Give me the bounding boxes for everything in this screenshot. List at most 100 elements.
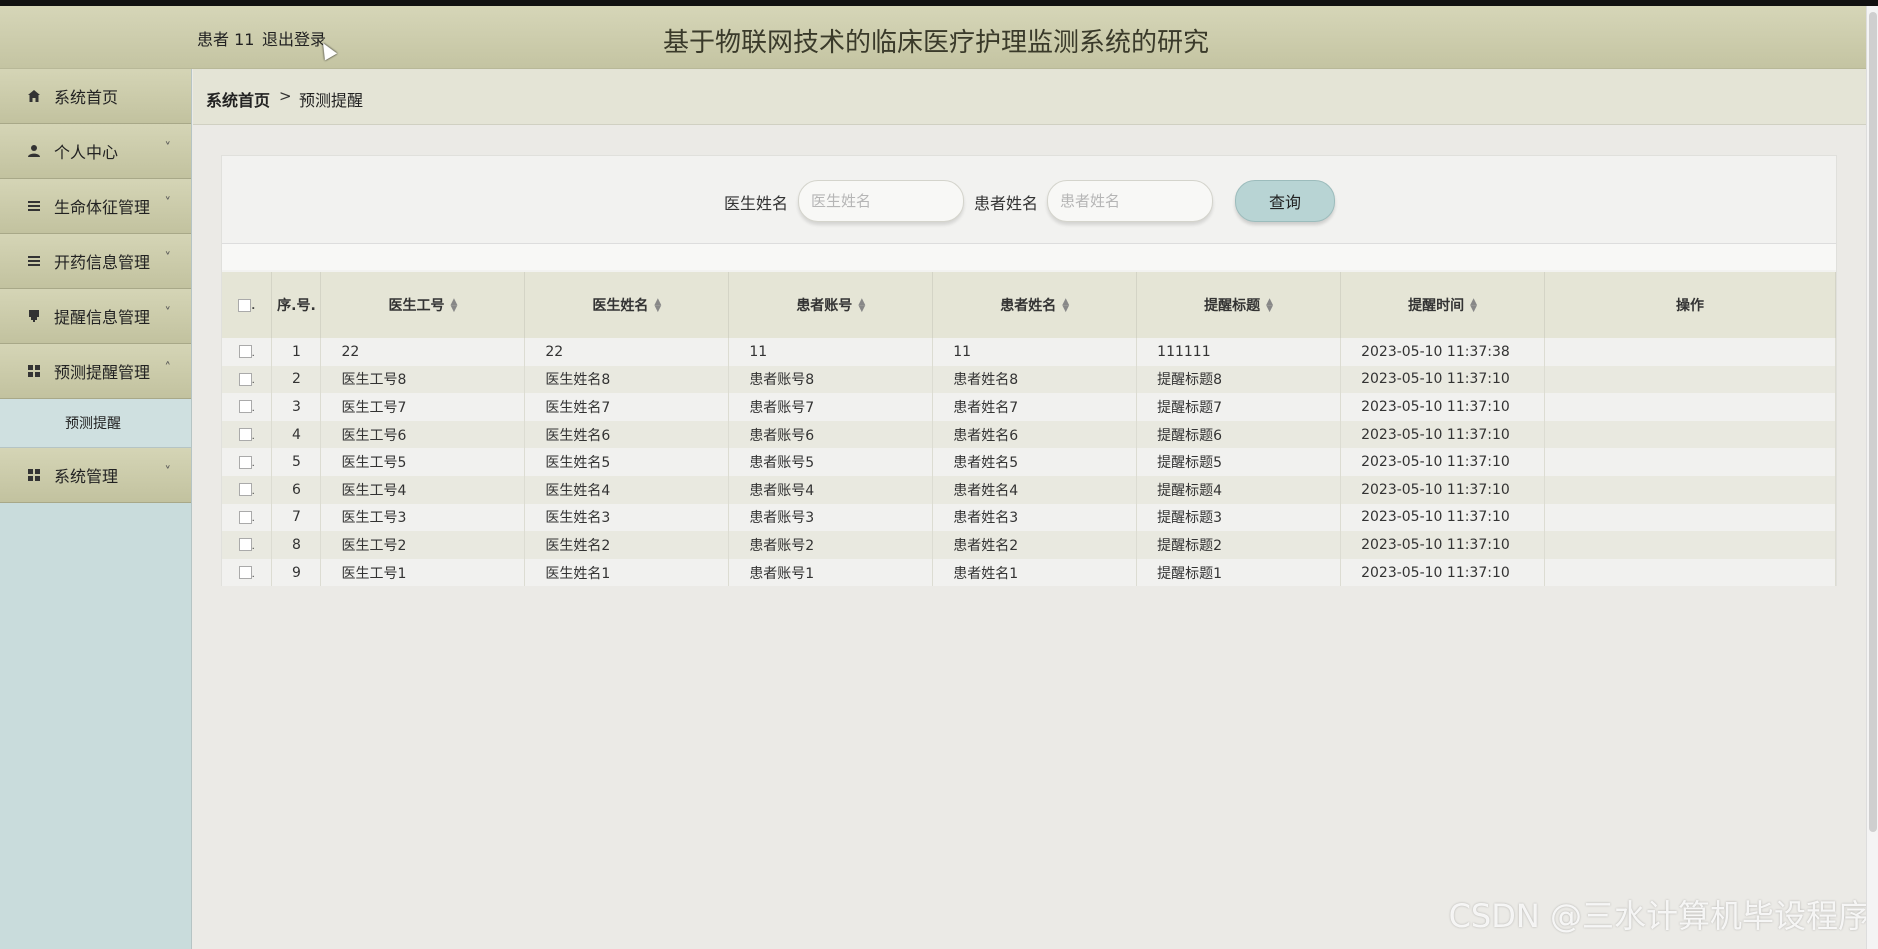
cell-doctor-name: 医生姓名2 xyxy=(524,531,730,559)
sidebar-item-label: 提醒信息管理 xyxy=(54,308,151,327)
col-title-header[interactable]: 提醒标题 ▲ ▼ xyxy=(1136,272,1342,338)
cell-doctor-id: 22 xyxy=(320,338,526,366)
checkbox-dot: . xyxy=(251,540,255,552)
col-doctor-id-header[interactable]: 医生工号 ▲ ▼ xyxy=(320,272,526,338)
table-row[interactable]: . 8 医生工号2 医生姓名2 患者账号2 患者姓名2 提醒标题2 2023-05-10 11… xyxy=(222,531,1836,559)
cell-doctor-name: 医生姓名3 xyxy=(524,503,730,532)
breadcrumb-separator: > xyxy=(279,87,292,105)
cell-action xyxy=(1544,531,1836,559)
col-label: 医生姓名 xyxy=(592,298,649,314)
cell-doctor-id: 医生工号8 xyxy=(320,365,526,394)
chevron-down-icon: ˅ xyxy=(164,251,172,266)
cell-time: 2023-05-10 11:37:10 xyxy=(1340,475,1546,504)
checkbox-dot: . xyxy=(251,513,255,525)
row-checkbox-cell[interactable]: . xyxy=(222,393,273,421)
row-index: 7 xyxy=(271,503,322,532)
query-button[interactable]: 查询 xyxy=(1235,180,1335,222)
row-checkbox[interactable] xyxy=(238,566,252,580)
cell-doctor-id: 医生工号2 xyxy=(320,531,526,559)
patient-name-input[interactable] xyxy=(1047,180,1213,222)
cell-patient-name: 患者姓名4 xyxy=(932,475,1138,504)
row-checkbox[interactable] xyxy=(238,483,252,497)
cell-title: 提醒标题2 xyxy=(1136,531,1342,559)
row-checkbox-cell[interactable]: . xyxy=(222,503,273,532)
sort-icon[interactable]: ▲ ▼ xyxy=(654,298,661,314)
sidebar-item-vital-signs[interactable]: 生命体征管理 ˅ xyxy=(0,179,191,234)
cell-doctor-id: 医生工号3 xyxy=(320,503,526,532)
patient-name-label: 患者姓名 xyxy=(974,194,1039,213)
cell-patient-name: 患者姓名2 xyxy=(932,531,1138,559)
row-index: 6 xyxy=(271,475,322,504)
list-icon xyxy=(26,253,42,269)
table-row[interactable]: . 9 医生工号1 医生姓名1 患者账号1 患者姓名1 提醒标题1 2023-05-10 11… xyxy=(222,558,1836,587)
sidebar-item-label: 预测提醒管理 xyxy=(54,363,151,382)
row-checkbox[interactable] xyxy=(238,538,252,552)
table-row[interactable]: . 3 医生工号7 医生姓名7 患者账号7 患者姓名7 提醒标题7 2023-05-10 11… xyxy=(222,393,1836,421)
cell-time: 2023-05-10 11:37:10 xyxy=(1340,503,1546,532)
table-row[interactable]: . 4 医生工号6 医生姓名6 患者账号6 患者姓名6 提醒标题6 2023-05-10 11… xyxy=(222,420,1836,449)
sort-icon[interactable]: ▲ ▼ xyxy=(858,298,865,314)
table-row[interactable]: . 5 医生工号5 医生姓名5 患者账号5 患者姓名5 提醒标题5 2023-05-10 11… xyxy=(222,448,1836,476)
select-all-checkbox-header[interactable]: . xyxy=(222,272,273,338)
row-index: 2 xyxy=(271,365,322,394)
cell-action xyxy=(1544,420,1836,449)
doctor-name-input[interactable] xyxy=(798,180,964,222)
row-checkbox-cell[interactable]: . xyxy=(222,558,273,587)
row-checkbox-cell[interactable]: . xyxy=(222,448,273,476)
cell-patient-account: 11 xyxy=(728,338,934,366)
select-all-checkbox[interactable] xyxy=(238,298,252,312)
table-row[interactable]: . 1 22 22 11 11 111111 2023-05-10 11:37:38 xyxy=(222,338,1836,366)
row-index: 9 xyxy=(271,558,322,587)
sidebar-item-prediction-reminder[interactable]: 预测提醒管理 ˄ xyxy=(0,344,191,399)
checkbox-dot: . xyxy=(251,485,255,497)
sidebar-item-personal-center[interactable]: 个人中心 ˅ xyxy=(0,124,191,179)
cell-title: 提醒标题5 xyxy=(1136,448,1342,476)
row-checkbox[interactable] xyxy=(238,345,252,359)
scrollbar-thumb[interactable] xyxy=(1869,12,1877,832)
breadcrumb-current: 预测提醒 xyxy=(299,91,364,110)
sort-icon[interactable]: ▲ ▼ xyxy=(1470,298,1477,314)
col-doctor-name-header[interactable]: 医生姓名 ▲ ▼ xyxy=(524,272,730,338)
sidebar-item-prescription[interactable]: 开药信息管理 ˅ xyxy=(0,234,191,289)
cell-patient-account: 患者账号3 xyxy=(728,503,934,532)
sidebar-item-system[interactable]: 系统管理 ˅ xyxy=(0,448,191,503)
sidebar-item-reminder-info[interactable]: 提醒信息管理 ˅ xyxy=(0,289,191,344)
row-checkbox[interactable] xyxy=(238,400,252,414)
breadcrumb-home[interactable]: 系统首页 xyxy=(206,87,270,111)
cell-doctor-name: 医生姓名1 xyxy=(524,558,730,587)
table-row[interactable]: . 7 医生工号3 医生姓名3 患者账号3 患者姓名3 提醒标题3 2023-05-10 11… xyxy=(222,503,1836,532)
table-row[interactable]: . 6 医生工号4 医生姓名4 患者账号4 患者姓名4 提醒标题4 2023-05-10 11… xyxy=(222,475,1836,504)
cell-time: 2023-05-10 11:37:10 xyxy=(1340,558,1546,587)
col-patient-account-header[interactable]: 患者账号 ▲ ▼ xyxy=(728,272,934,338)
row-checkbox-cell[interactable]: . xyxy=(222,365,273,394)
cell-doctor-id: 医生工号6 xyxy=(320,420,526,449)
cell-time: 2023-05-10 11:37:38 xyxy=(1340,338,1546,366)
sort-icon[interactable]: ▲ ▼ xyxy=(1062,298,1069,314)
row-checkbox-cell[interactable]: . xyxy=(222,338,273,366)
home-icon xyxy=(26,88,42,104)
checkbox-dot: . xyxy=(251,347,255,359)
watermark: CSDN @三水计算机毕设程序 xyxy=(1448,897,1870,935)
row-checkbox-cell[interactable]: . xyxy=(222,475,273,504)
sidebar: 系统首页 个人中心 ˅ 生命体征管理 ˅ 开药信息管理 ˅ 提醒信息管理 ˅ 预… xyxy=(0,69,192,949)
row-checkbox-cell[interactable]: . xyxy=(222,420,273,449)
submenu-item-prediction-reminder[interactable]: 预测提醒 xyxy=(0,399,191,448)
sidebar-item-home[interactable]: 系统首页 xyxy=(0,69,191,124)
row-checkbox[interactable] xyxy=(238,455,252,469)
col-patient-name-header[interactable]: 患者姓名 ▲ ▼ xyxy=(932,272,1138,338)
row-checkbox-cell[interactable]: . xyxy=(222,531,273,559)
cell-patient-name: 患者姓名3 xyxy=(932,503,1138,532)
sidebar-item-label: 生命体征管理 xyxy=(54,198,151,217)
table-row[interactable]: . 2 医生工号8 医生姓名8 患者账号8 患者姓名8 提醒标题8 2023-05-10 11… xyxy=(222,365,1836,394)
row-checkbox[interactable] xyxy=(238,510,252,524)
cell-doctor-id: 医生工号4 xyxy=(320,475,526,504)
sort-icon[interactable]: ▲ ▼ xyxy=(1266,298,1273,314)
row-checkbox[interactable] xyxy=(238,428,252,442)
cell-patient-account: 患者账号4 xyxy=(728,475,934,504)
sort-icon[interactable]: ▲ ▼ xyxy=(450,298,457,314)
cell-action xyxy=(1544,503,1836,532)
col-time-header[interactable]: 提醒时间 ▲ ▼ xyxy=(1340,272,1546,338)
page-scrollbar[interactable] xyxy=(1866,6,1878,949)
cell-title: 提醒标题4 xyxy=(1136,475,1342,504)
row-checkbox[interactable] xyxy=(238,372,252,386)
